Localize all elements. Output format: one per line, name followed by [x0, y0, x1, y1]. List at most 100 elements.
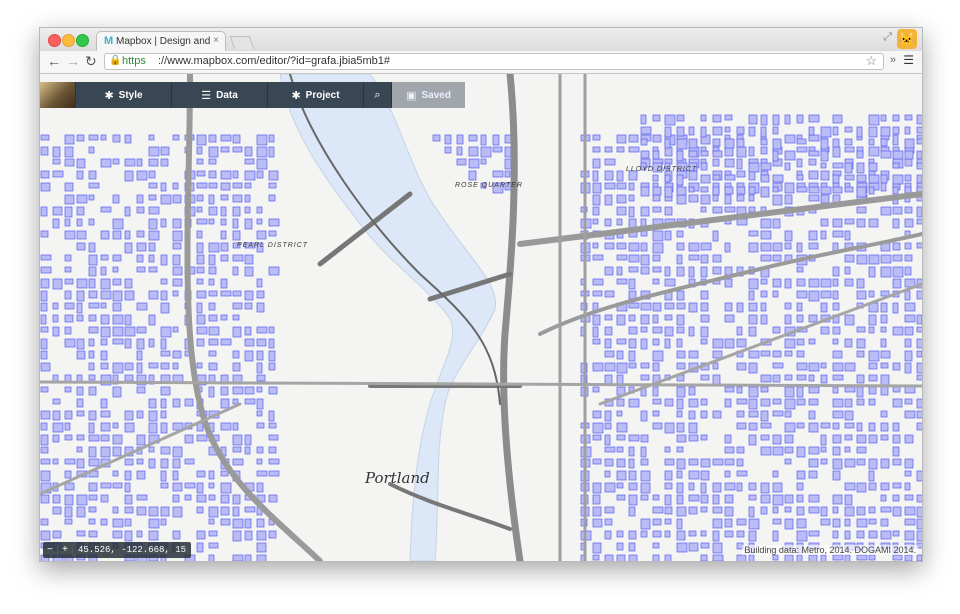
user-avatar[interactable]: [40, 82, 75, 108]
building-footprint: [64, 410, 73, 420]
building-footprint: [904, 138, 915, 149]
building-footprint: [124, 230, 131, 240]
building-footprint: [136, 158, 143, 167]
building-footprint: [868, 146, 880, 157]
building-footprint: [724, 206, 736, 213]
building-footprint: [172, 134, 180, 141]
browser-tab[interactable]: M Mapbox | Design and publ ×: [96, 31, 226, 52]
building-footprint: [808, 230, 818, 241]
building-footprint: [160, 218, 167, 228]
building-footprint: [256, 482, 264, 493]
extensions-overflow-icon[interactable]: »: [890, 54, 896, 66]
building-footprint: [220, 398, 230, 409]
building-footprint: [700, 314, 710, 323]
building-footprint: [616, 242, 627, 250]
building-footprint: [88, 374, 96, 381]
building-footprint: [268, 182, 277, 189]
building-footprint: [664, 174, 671, 183]
building-footprint: [916, 554, 922, 561]
building-footprint: [604, 266, 614, 276]
building-footprint: [160, 350, 171, 357]
building-footprint: [676, 398, 684, 410]
building-footprint: [700, 242, 712, 251]
building-footprint: [220, 422, 232, 431]
building-footprint: [892, 242, 901, 251]
building-footprint: [748, 530, 757, 542]
building-footprint: [124, 494, 133, 505]
building-footprint: [268, 530, 277, 539]
building-footprint: [100, 410, 111, 418]
building-footprint: [256, 470, 268, 477]
building-footprint: [796, 422, 805, 429]
back-arrow-icon[interactable]: ←: [47, 53, 61, 69]
building-footprint: [856, 374, 865, 384]
close-window-button[interactable]: [48, 34, 61, 47]
building-footprint: [880, 410, 888, 418]
map-viewport[interactable]: PEARL DISTRICT ROSE QUARTER LLOYD DISTRI…: [40, 74, 922, 561]
building-footprint: [148, 362, 159, 369]
data-button[interactable]: ☰ Data: [171, 82, 267, 108]
map-canvas[interactable]: [40, 74, 922, 561]
search-button[interactable]: ⌕: [363, 82, 391, 108]
new-tab-button[interactable]: [229, 36, 255, 49]
building-footprint: [844, 138, 853, 146]
building-footprint: [904, 126, 911, 135]
building-footprint: [760, 162, 772, 171]
building-footprint: [796, 158, 803, 168]
building-footprint: [232, 254, 244, 262]
cog-icon: ✱: [291, 89, 301, 102]
building-footprint: [832, 518, 841, 528]
building-footprint: [196, 194, 204, 202]
building-footprint: [208, 254, 216, 266]
building-footprint: [172, 470, 179, 481]
building-footprint: [676, 518, 683, 530]
building-footprint: [268, 458, 280, 465]
building-footprint: [52, 206, 63, 216]
building-footprint: [52, 506, 62, 515]
building-footprint: [772, 410, 784, 417]
minimize-window-button[interactable]: [62, 34, 75, 47]
star-icon[interactable]: ☆: [865, 53, 877, 69]
building-footprint: [700, 482, 707, 494]
building-footprint: [112, 326, 124, 337]
building-footprint: [712, 362, 719, 370]
reload-icon[interactable]: ↻: [85, 53, 97, 69]
building-footprint: [700, 126, 707, 138]
building-footprint: [616, 218, 623, 226]
building-footprint: [712, 138, 721, 147]
building-footprint: [232, 218, 239, 229]
saved-button[interactable]: ▣ Saved: [391, 82, 465, 108]
building-footprint: [760, 446, 772, 456]
building-footprint: [40, 410, 51, 420]
project-button[interactable]: ✱ Project: [267, 82, 363, 108]
building-footprint: [892, 162, 900, 169]
address-bar[interactable]: 🔒 https ://www.mapbox.com/editor/?id=gra…: [104, 53, 884, 70]
hamburger-menu-icon[interactable]: ☰: [903, 53, 914, 67]
building-footprint: [772, 290, 779, 298]
building-footprint: [112, 422, 119, 429]
building-footprint: [256, 134, 268, 146]
fullscreen-icon[interactable]: ⤢: [883, 31, 892, 44]
tab-close-icon[interactable]: ×: [213, 35, 219, 46]
building-footprint: [652, 350, 664, 362]
maximize-window-button[interactable]: [76, 34, 89, 47]
building-footprint: [112, 302, 122, 312]
building-footprint: [220, 494, 230, 504]
building-footprint: [784, 314, 792, 325]
building-footprint: [652, 230, 664, 242]
building-footprint: [628, 470, 637, 481]
building-footprint: [172, 182, 179, 190]
building-footprint: [196, 146, 203, 155]
building-footprint: [700, 302, 709, 312]
building-footprint: [844, 186, 854, 193]
building-footprint: [772, 254, 782, 262]
forward-arrow-icon[interactable]: →: [66, 53, 80, 69]
building-footprint: [112, 506, 119, 514]
profile-avatar-icon[interactable]: 🐱: [897, 29, 917, 49]
style-button[interactable]: ✱ Style: [75, 82, 171, 108]
building-footprint: [196, 266, 205, 274]
building-footprint: [772, 398, 782, 405]
zoom-out-button[interactable]: −: [43, 544, 58, 556]
zoom-in-button[interactable]: +: [58, 544, 73, 556]
building-footprint: [664, 338, 671, 349]
